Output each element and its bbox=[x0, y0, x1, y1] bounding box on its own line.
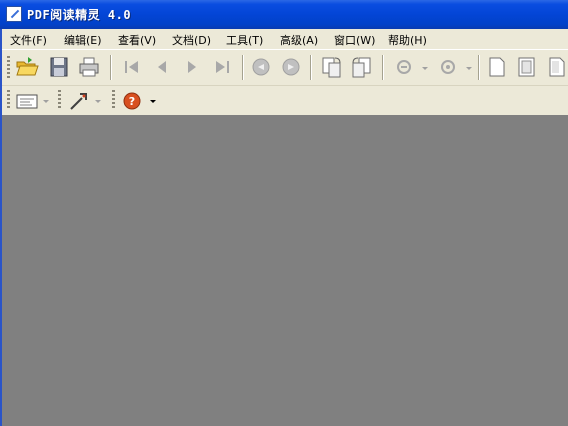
menu-bar: 文件(F) 编辑(E) 查看(V) 文档(D) 工具(T) 高级(A) 窗口(W… bbox=[2, 29, 568, 49]
rotate-clockwise-icon[interactable] bbox=[320, 55, 344, 79]
menu-document[interactable]: 文档(D) bbox=[172, 32, 211, 48]
toolbar-grip[interactable] bbox=[7, 90, 10, 110]
continuous-page-icon[interactable] bbox=[515, 55, 539, 79]
tools-toolbar: ? bbox=[2, 85, 568, 116]
main-toolbar bbox=[2, 49, 568, 85]
last-page-icon[interactable] bbox=[210, 55, 234, 79]
toolbar-grip[interactable] bbox=[58, 90, 61, 110]
forward-icon[interactable] bbox=[279, 55, 303, 79]
toolbar-separator bbox=[242, 55, 244, 80]
help-dropdown[interactable] bbox=[150, 100, 156, 103]
zoom-out-dropdown[interactable] bbox=[422, 67, 428, 70]
next-page-icon[interactable] bbox=[180, 55, 204, 79]
menu-tools[interactable]: 工具(T) bbox=[226, 32, 263, 48]
svg-text:?: ? bbox=[129, 95, 135, 108]
help-icon[interactable]: ? bbox=[120, 89, 144, 113]
toolbar-grip[interactable] bbox=[112, 90, 115, 110]
rotate-counterclockwise-icon[interactable] bbox=[350, 55, 374, 79]
facing-page-icon[interactable] bbox=[545, 55, 568, 79]
folder-open-icon[interactable] bbox=[15, 55, 39, 79]
zoom-in-dropdown[interactable] bbox=[466, 67, 472, 70]
menu-file[interactable]: 文件(F) bbox=[10, 32, 47, 48]
zoom-in-icon[interactable] bbox=[436, 55, 460, 79]
toolbar-separator bbox=[310, 55, 312, 80]
toolbar-grip[interactable] bbox=[7, 56, 10, 78]
menu-advanced[interactable]: 高级(A) bbox=[280, 32, 318, 48]
snapshot-tool-icon[interactable] bbox=[67, 89, 91, 113]
app-icon bbox=[6, 6, 22, 22]
window-title: PDF阅读精灵 4.0 bbox=[27, 8, 132, 22]
zoom-out-icon[interactable] bbox=[392, 55, 416, 79]
select-text-icon[interactable] bbox=[15, 89, 39, 113]
first-page-icon[interactable] bbox=[120, 55, 144, 79]
save-icon[interactable] bbox=[47, 55, 71, 79]
menu-edit[interactable]: 编辑(E) bbox=[64, 32, 102, 48]
select-tool-dropdown[interactable] bbox=[43, 100, 49, 103]
menu-view[interactable]: 查看(V) bbox=[118, 32, 156, 48]
prev-page-icon[interactable] bbox=[150, 55, 174, 79]
toolbar-separator bbox=[478, 55, 480, 80]
toolbar-separator bbox=[382, 55, 384, 80]
back-icon[interactable] bbox=[249, 55, 273, 79]
app-window: PDF阅读精灵 4.0 文件(F) 编辑(E) 查看(V) 文档(D) 工具(T… bbox=[0, 0, 568, 426]
single-page-icon[interactable] bbox=[485, 55, 509, 79]
menu-help[interactable]: 帮助(H) bbox=[388, 32, 427, 48]
menu-window[interactable]: 窗口(W) bbox=[334, 32, 375, 48]
snapshot-tool-dropdown[interactable] bbox=[95, 100, 101, 103]
toolbar-separator bbox=[110, 55, 112, 80]
title-bar[interactable]: PDF阅读精灵 4.0 bbox=[0, 0, 568, 29]
print-icon[interactable] bbox=[77, 55, 101, 79]
document-workspace[interactable] bbox=[2, 115, 568, 426]
